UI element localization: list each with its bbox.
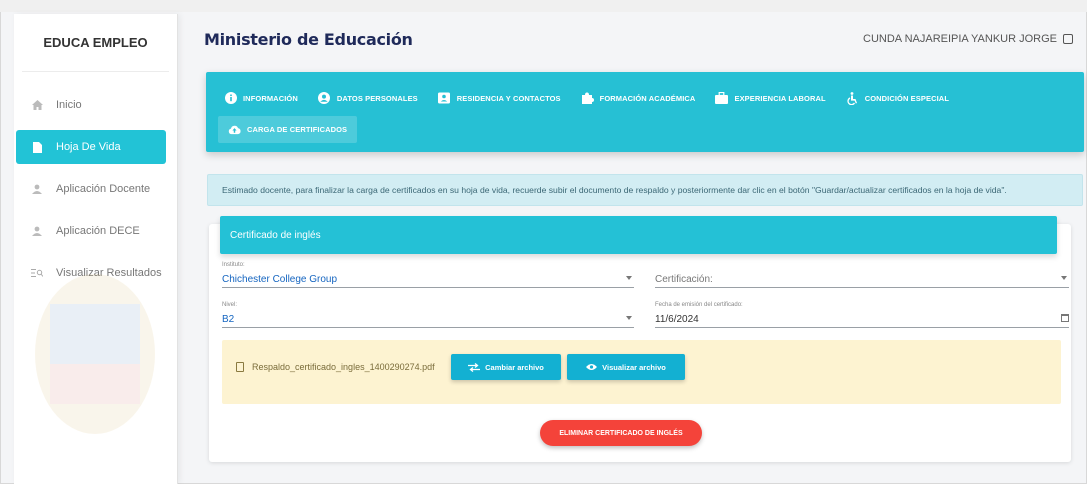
certificacion-select[interactable]: Certificación: xyxy=(655,262,1069,288)
document-icon xyxy=(28,141,46,153)
change-file-label: Cambiar archivo xyxy=(485,362,544,372)
sidebar-item-label: Inicio xyxy=(56,99,82,111)
tab-carga-certificados[interactable]: CARGA DE CERTIFICADOS xyxy=(218,116,358,143)
home-icon xyxy=(28,100,46,110)
file-name: Respaldo_certificado_ingles_1400290274.p… xyxy=(252,362,435,372)
change-file-button[interactable]: Cambiar archivo xyxy=(451,354,561,380)
tab-residencia-contactos[interactable]: RESIDENCIA Y CONTACTOS xyxy=(438,92,561,105)
user-icon xyxy=(28,184,46,194)
account-circle-icon xyxy=(318,92,331,105)
eye-icon xyxy=(586,364,598,370)
accessibility-icon xyxy=(846,91,859,105)
sidebar-item-label: Aplicación Docente xyxy=(56,183,151,195)
tab-label: CARGA DE CERTIFICADOS xyxy=(247,125,348,134)
sidebar-item-label: Hoja De Vida xyxy=(56,141,121,153)
swap-icon xyxy=(468,362,481,372)
tab-datos-personales[interactable]: DATOS PERSONALES xyxy=(318,92,418,105)
user-name: CUNDA NAJAREIPIA YANKUR JORGE xyxy=(863,33,1057,45)
instituto-label: Instituto: xyxy=(222,262,245,268)
coat-of-arms-watermark xyxy=(35,274,155,434)
fecha-label: Fecha de emisión del certificado: xyxy=(655,302,743,308)
tab-informacion[interactable]: INFORMACIÓN xyxy=(224,92,298,105)
upload-area: Respaldo_certificado_ingles_1400290274.p… xyxy=(222,340,1061,404)
sidebar-item-label: Aplicación DECE xyxy=(56,225,140,237)
calendar-icon[interactable] xyxy=(1061,314,1069,322)
sidebar: EDUCA EMPLEO Inicio Hoja De Vida Aplicac… xyxy=(14,14,178,484)
chevron-down-icon xyxy=(1061,276,1067,280)
top-header: Ministerio de Educación CUNDA NAJAREIPIA… xyxy=(190,14,1087,64)
instituto-select[interactable]: Instituto: Chichester College Group xyxy=(222,262,634,288)
tab-experiencia-laboral[interactable]: EXPERIENCIA LABORAL xyxy=(715,92,826,105)
page-title: Ministerio de Educación xyxy=(204,29,413,49)
user-menu[interactable]: CUNDA NAJAREIPIA YANKUR JORGE xyxy=(863,33,1073,45)
info-icon xyxy=(224,92,237,105)
window-top-edge xyxy=(0,0,1087,12)
sidebar-item-aplicacion-dece[interactable]: Aplicación DECE xyxy=(16,214,166,248)
info-notice: Estimado docente, para finalizar la carg… xyxy=(207,174,1083,206)
delete-certificate-button[interactable]: ELIMINAR CERTIFICADO DE INGLÉS xyxy=(540,420,702,446)
nivel-value: B2 xyxy=(222,314,235,325)
sidebar-item-hoja-de-vida[interactable]: Hoja De Vida xyxy=(16,130,166,164)
sidebar-item-inicio[interactable]: Inicio xyxy=(16,88,166,122)
certificacion-placeholder: Certificación: xyxy=(655,274,713,285)
section-tabs: INFORMACIÓN DATOS PERSONALES RESIDENCIA … xyxy=(206,72,1084,152)
fecha-emision-field[interactable]: Fecha de emisión del certificado: 11/6/2… xyxy=(655,302,1069,328)
cloud-upload-icon xyxy=(228,123,241,136)
briefcase-icon xyxy=(715,92,729,105)
tab-label: CONDICIÓN ESPECIAL xyxy=(864,93,949,103)
tab-label: FORMACIÓN ACADÉMICA xyxy=(599,93,696,103)
tab-condicion-especial[interactable]: CONDICIÓN ESPECIAL xyxy=(846,91,949,105)
nivel-label: Nivel: xyxy=(222,302,238,308)
view-file-button[interactable]: Visualizar archivo xyxy=(567,354,685,380)
nivel-select[interactable]: Nivel: B2 xyxy=(222,302,634,328)
tab-label: EXPERIENCIA LABORAL xyxy=(734,93,826,103)
fecha-value: 11/6/2024 xyxy=(655,314,699,325)
contact-card-icon xyxy=(438,92,451,105)
tab-label: RESIDENCIA Y CONTACTOS xyxy=(456,93,561,103)
uploaded-file: Respaldo_certificado_ingles_1400290274.p… xyxy=(236,362,435,372)
chevron-down-icon xyxy=(626,276,632,280)
pdf-file-icon xyxy=(236,362,244,372)
card-title: Certificado de inglés xyxy=(220,216,1057,254)
user-icon xyxy=(28,226,46,236)
sidebar-item-aplicacion-docente[interactable]: Aplicación Docente xyxy=(16,172,166,206)
tab-label: DATOS PERSONALES xyxy=(336,93,418,103)
logout-icon[interactable] xyxy=(1063,34,1073,44)
instituto-value: Chichester College Group xyxy=(222,274,338,285)
brand-title: EDUCA EMPLEO xyxy=(22,14,169,72)
certificate-card: Certificado de inglés Instituto: Chiches… xyxy=(209,216,1071,462)
app-window: EDUCA EMPLEO Inicio Hoja De Vida Aplicac… xyxy=(0,0,1087,484)
tab-label: INFORMACIÓN xyxy=(243,93,298,103)
chevron-down-icon xyxy=(626,316,632,320)
puzzle-icon xyxy=(581,92,594,105)
tab-formacion-academica[interactable]: FORMACIÓN ACADÉMICA xyxy=(581,92,696,105)
view-file-label: Visualizar archivo xyxy=(602,362,666,372)
